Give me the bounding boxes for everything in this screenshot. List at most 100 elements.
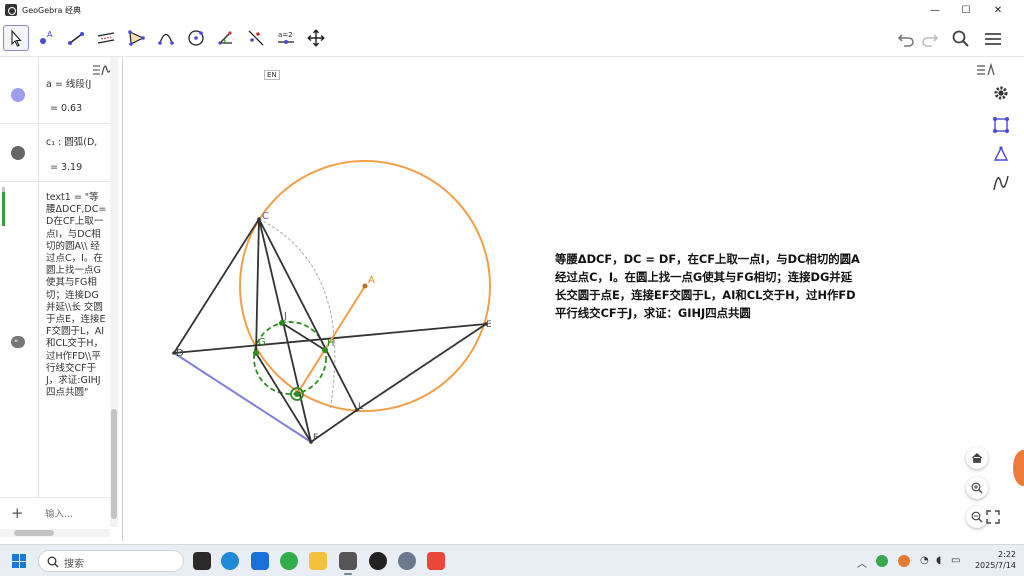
settings-taskbar-icon[interactable] (398, 552, 416, 570)
point-icon: A (40, 30, 53, 44)
app-blue-icon[interactable] (251, 552, 269, 570)
zoom-in-button[interactable] (966, 477, 988, 499)
redo-button[interactable] (918, 27, 942, 51)
app-red-icon[interactable] (427, 552, 445, 570)
geogebra-taskbar-icon[interactable] (339, 552, 357, 570)
tray-app-icon[interactable] (876, 555, 888, 567)
selection-indicator (2, 192, 5, 226)
label-j: J (283, 311, 287, 322)
battery-icon[interactable]: ▭ (951, 555, 960, 566)
geometry-square-icon (993, 117, 1009, 133)
point-a[interactable] (362, 283, 368, 289)
search-button[interactable] (949, 27, 973, 51)
taskview-icon[interactable] (193, 552, 211, 570)
file-explorer-icon[interactable] (309, 552, 327, 570)
algebra-item-a[interactable]: a = 线段(J = 0.63 (0, 69, 110, 124)
point-c[interactable] (257, 217, 261, 221)
function-graph-icon (993, 175, 1009, 191)
label-c: C (262, 211, 269, 222)
segment-df[interactable] (173, 352, 312, 443)
app-green-icon[interactable] (280, 552, 298, 570)
taskbar-search-box[interactable]: 搜索 (38, 550, 184, 572)
perspectives-dock (988, 57, 1014, 207)
point-tool-button[interactable]: A (33, 25, 59, 51)
geogebra-app-icon (5, 4, 17, 16)
fullscreen-button[interactable] (986, 509, 1000, 524)
statement-line: 等腰ΔDCF，DC = DF，在CF上取一点I，与DC相切的圆A (555, 252, 860, 266)
window-title: GeoGebra 经典 (22, 5, 81, 15)
hamburger-menu-icon (985, 33, 1001, 45)
visibility-toggle-c1[interactable] (11, 146, 25, 160)
move-graphics-tool-button[interactable] (303, 25, 329, 51)
settings-button[interactable] (991, 83, 1011, 103)
add-plus-icon[interactable]: + (11, 504, 24, 522)
circle-tool-button[interactable] (183, 25, 209, 51)
graphing-perspective-button[interactable] (991, 173, 1011, 193)
search-icon (47, 556, 59, 568)
maximize-button[interactable]: ☐ (951, 0, 981, 20)
minimize-button[interactable]: — (920, 0, 950, 20)
polygon-tool-button[interactable] (123, 25, 149, 51)
tray-overflow-icon[interactable]: ︿ (857, 555, 867, 570)
statement-line: 长交圆于点E，连接EF交圆于L，AI和CL交于H，过H作FD (555, 288, 856, 302)
algebra-input-row[interactable]: + 输入... (0, 497, 110, 527)
taskbar-clock[interactable]: 2:22 2025/7/14 (966, 549, 1016, 571)
point-g[interactable] (253, 350, 259, 356)
reflect-icon (248, 30, 264, 46)
cone-icon (993, 146, 1009, 161)
parallel-line-tool-button[interactable] (93, 25, 119, 51)
undo-button[interactable] (894, 27, 918, 51)
point-i[interactable] (294, 391, 300, 397)
move-tool-button[interactable] (3, 25, 29, 51)
segment-tool-button[interactable] (63, 25, 89, 51)
algebra-text1[interactable]: text1 = "等腰ΔDCF,DC=D在CF上取一点I，与DC相切的圆A\\ … (46, 192, 108, 399)
graphics-perspective-button[interactable] (991, 115, 1011, 135)
home-view-button[interactable] (966, 447, 988, 469)
circle-gihj[interactable] (253, 321, 327, 395)
angle-icon (218, 31, 232, 45)
algebra-vertical-scrollbar[interactable] (110, 57, 118, 527)
label-d: D (176, 348, 184, 359)
label-a: A (368, 275, 375, 286)
zoom-out-button[interactable] (966, 506, 988, 528)
wifi-icon[interactable]: ◔ (920, 555, 929, 566)
algebra-value-a: = 0.63 (50, 103, 83, 114)
statement-line: 平行线交CF于J，求证：GIHJ四点共圆 (555, 306, 751, 320)
windows-start-icon[interactable] (12, 554, 26, 568)
reflect-tool-button[interactable] (243, 25, 269, 51)
visibility-toggle-a[interactable] (11, 88, 25, 102)
close-button[interactable]: ✕ (983, 0, 1013, 20)
scrollbar-thumb[interactable] (111, 409, 117, 519)
problem-statement[interactable]: 等腰ΔDCF，DC = DF，在CF上取一点I，与DC相切的圆A 经过点C，I。… (555, 250, 895, 322)
edge-browser-icon[interactable] (221, 552, 239, 570)
clock-date: 2025/7/14 (974, 561, 1016, 570)
taskbar-search-placeholder: 搜索 (64, 559, 84, 570)
scrollbar-thumb[interactable] (14, 530, 54, 536)
algebra-definition-c1: c₁ : 圆弧(D, (46, 137, 98, 148)
slider-tool-button[interactable]: a=2 (273, 25, 299, 51)
angle-tool-button[interactable] (213, 25, 239, 51)
algebra-value-c1: = 3.19 (50, 162, 83, 173)
ime-indicator: EN (264, 70, 280, 80)
algebra-item-c1[interactable]: c₁ : 圆弧(D, = 3.19 (0, 124, 110, 182)
semicircle-tool-button[interactable] (153, 25, 179, 51)
home-icon (971, 452, 983, 463)
qq-icon[interactable] (369, 552, 387, 570)
geogebra-window: GeoGebra 经典 — ☐ ✕ A a=2 a = 线段(J = 0.63 … (0, 0, 1024, 576)
label-h: H (327, 338, 335, 349)
algebra-input-field[interactable]: 输入... (45, 506, 73, 520)
volume-icon[interactable]: ◖ (936, 555, 941, 566)
3d-perspective-button[interactable] (991, 145, 1011, 165)
graphics-view[interactable]: A C D E F G H J L EN 等腰ΔDCF，DC = DF，在CF上… (124, 57, 1024, 541)
cursor-arrow-icon (11, 29, 22, 47)
segment-cg[interactable] (255, 218, 260, 354)
segment-icon (68, 32, 84, 45)
zoom-out-icon (971, 511, 983, 523)
algebra-horizontal-scrollbar[interactable] (0, 529, 110, 537)
tray-app-icon[interactable] (898, 555, 910, 567)
polygon-icon (128, 30, 145, 46)
main-menu-button[interactable] (981, 27, 1005, 51)
segment-dc[interactable] (173, 218, 260, 354)
move-arrows-icon (307, 29, 325, 47)
zoom-in-icon (971, 482, 983, 494)
